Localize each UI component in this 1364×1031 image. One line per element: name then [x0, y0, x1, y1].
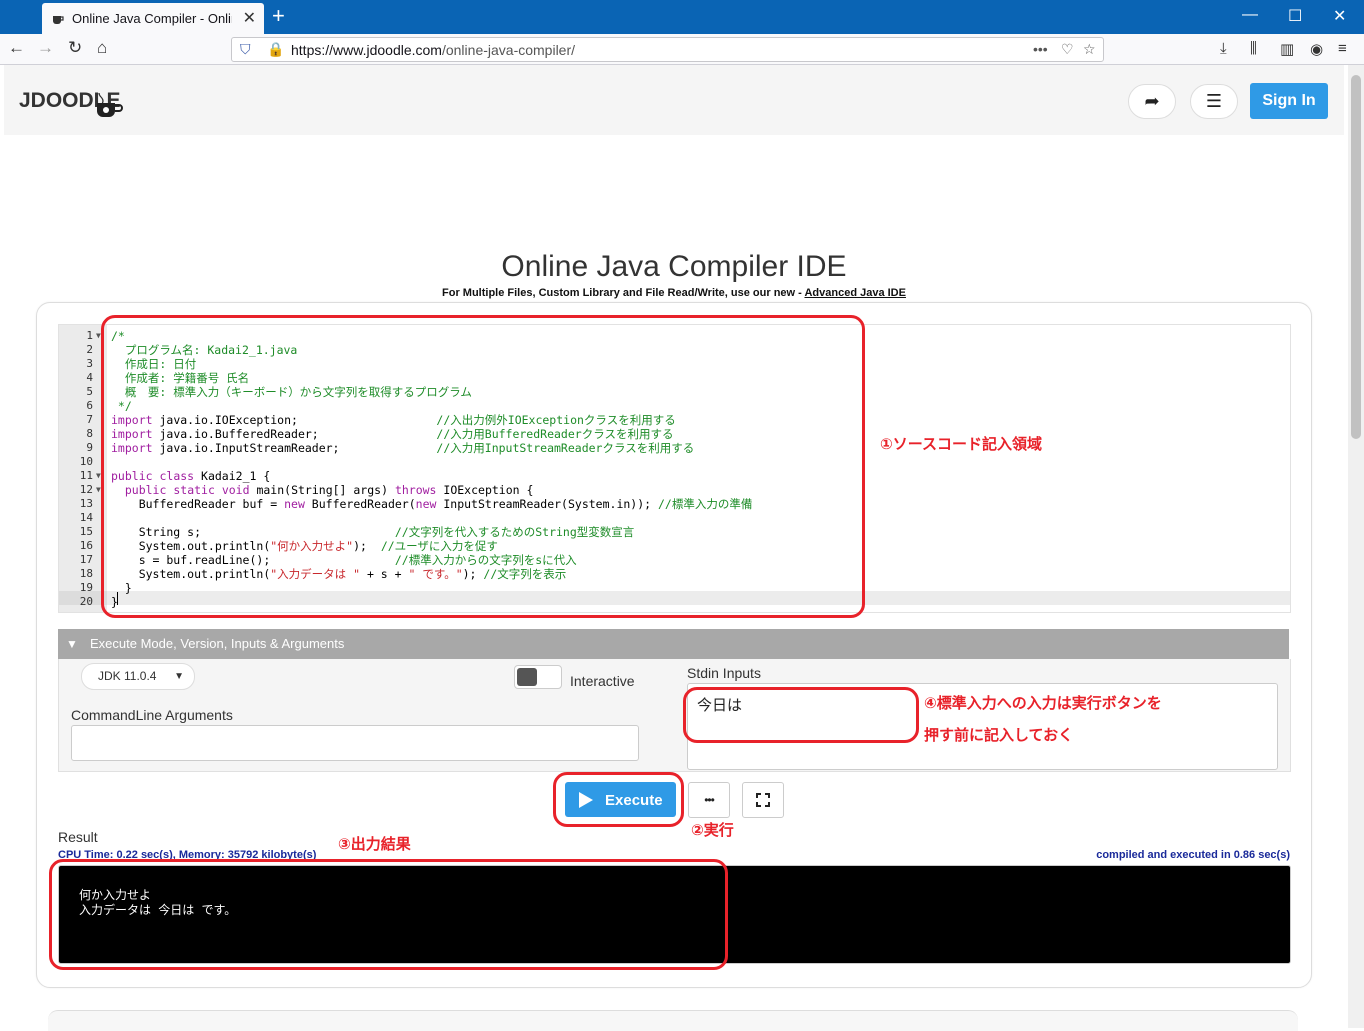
annotation-stdin-2: 押す前に記入しておく	[924, 727, 1074, 744]
page-subtitle: For Multiple Files, Custom Library and F…	[442, 287, 906, 299]
output-highlight-box	[49, 859, 728, 970]
minimize-icon[interactable]: —	[1242, 6, 1258, 24]
line-number: 8	[86, 427, 93, 440]
menu-icon[interactable]: ≡	[1338, 40, 1347, 57]
page-scrollbar[interactable]	[1348, 65, 1364, 1028]
line-number: 18	[79, 567, 93, 580]
interactive-label: Interactive	[570, 673, 635, 689]
line-number: 20	[79, 595, 93, 608]
line-number: 11	[79, 469, 93, 482]
stdin-highlight-box	[683, 687, 919, 743]
source-code-highlight-box	[101, 315, 865, 618]
line-number: 2	[86, 343, 93, 356]
tab-title: Online Java Compiler - Online J	[72, 11, 232, 26]
execute-highlight-box	[553, 772, 684, 827]
stdin-label: Stdin Inputs	[687, 665, 761, 681]
chevron-down-icon: ▼	[174, 671, 184, 682]
commandline-args-label: CommandLine Arguments	[71, 707, 233, 723]
downloads-icon[interactable]: ⤓	[1220, 40, 1227, 57]
commandline-args-input[interactable]	[71, 725, 639, 761]
interactive-toggle[interactable]	[514, 665, 562, 689]
reload-icon[interactable]: ↻	[68, 38, 82, 58]
result-label: Result	[58, 829, 98, 845]
coffee-cup-icon	[97, 93, 123, 117]
jdk-version-select[interactable]: JDK 11.0.4 ▼	[81, 663, 195, 690]
page: JDOODLE ➦ ☰ Sign In Online Java Compiler…	[0, 65, 1348, 1031]
execute-options-title: Execute Mode, Version, Inputs & Argument…	[90, 636, 345, 651]
browser-tab[interactable]: Online Java Compiler - Online J ✕	[42, 3, 264, 34]
execute-options-header[interactable]: ▼ Execute Mode, Version, Inputs & Argume…	[58, 629, 1289, 659]
url-bar[interactable]: ⛉ 🔒 https://www.jdoodle.com/online-java-…	[231, 37, 1104, 62]
annotation-source-area: ①ソースコード記入領域	[880, 436, 1042, 453]
page-title: Online Java Compiler IDE	[501, 250, 847, 283]
home-icon[interactable]: ⌂	[97, 38, 107, 58]
new-tab-icon[interactable]: +	[272, 5, 285, 27]
line-number: 12	[79, 483, 93, 496]
lock-icon[interactable]: 🔒	[267, 41, 284, 58]
hamburger-menu-button[interactable]: ☰	[1190, 84, 1238, 119]
site-header: JDOODLE ➦ ☰ Sign In	[4, 65, 1344, 135]
line-number: 3	[86, 357, 93, 370]
execute-options-panel: JDK 11.0.4 ▼ Interactive Stdin Inputs 今日…	[58, 659, 1291, 772]
annotation-output: ③出力結果	[338, 836, 411, 853]
jdk-version-value: JDK 11.0.4	[98, 669, 157, 683]
line-number: 13	[79, 497, 93, 510]
browser-tab-bar: Online Java Compiler - Online J ✕ + — ☐ …	[0, 0, 1364, 34]
line-number: 14	[79, 511, 93, 524]
fullscreen-icon	[756, 793, 770, 807]
fullscreen-button[interactable]	[742, 782, 784, 818]
tracking-shield-icon[interactable]: ⛉	[240, 41, 251, 58]
more-options-button[interactable]: •••	[688, 782, 730, 818]
line-number: 6	[86, 399, 93, 412]
pocket-icon[interactable]: ♡	[1061, 41, 1074, 58]
line-number: 15	[79, 525, 93, 538]
line-number: 9	[86, 441, 93, 454]
line-number: 19	[79, 581, 93, 594]
compiled-time-info: compiled and executed in 0.86 sec(s)	[1096, 849, 1290, 861]
line-number: 1	[86, 329, 93, 342]
url-text: https://www.jdoodle.com/online-java-comp…	[291, 42, 576, 58]
account-icon[interactable]: ◉	[1310, 40, 1323, 58]
scrollbar-thumb[interactable]	[1351, 75, 1361, 439]
jdoodle-favicon-icon	[53, 16, 64, 24]
line-number: 17	[79, 553, 93, 566]
maximize-icon[interactable]: ☐	[1288, 6, 1302, 26]
line-number: 5	[86, 385, 93, 398]
window-close-icon[interactable]: ✕	[1333, 6, 1346, 26]
chevron-down-icon: ▼	[66, 637, 78, 651]
bookmark-star-icon[interactable]: ☆	[1083, 41, 1096, 58]
share-button[interactable]: ➦	[1128, 84, 1176, 119]
forward-icon[interactable]: →	[37, 38, 54, 58]
sign-in-button[interactable]: Sign In	[1250, 83, 1328, 119]
line-number: 4	[86, 371, 93, 384]
line-number: 16	[79, 539, 93, 552]
tab-close-icon[interactable]: ✕	[243, 8, 256, 28]
back-icon[interactable]: ←	[8, 38, 25, 58]
toggle-knob	[517, 668, 537, 686]
page-actions-icon[interactable]: •••	[1033, 41, 1048, 57]
advanced-ide-link[interactable]: Advanced Java IDE	[804, 287, 906, 299]
annotation-execute: ②実行	[691, 822, 734, 839]
sidebar-icon[interactable]: ▥	[1280, 40, 1294, 58]
library-icon[interactable]: ⫼	[1250, 40, 1257, 57]
line-number: 10	[79, 455, 93, 468]
browser-nav-bar: ← → ↻ ⌂ ⛉ 🔒 https://www.jdoodle.com/onli…	[0, 34, 1364, 65]
line-number: 7	[86, 413, 93, 426]
annotation-stdin-1: ④標準入力への入力は実行ボタンを	[924, 695, 1162, 712]
